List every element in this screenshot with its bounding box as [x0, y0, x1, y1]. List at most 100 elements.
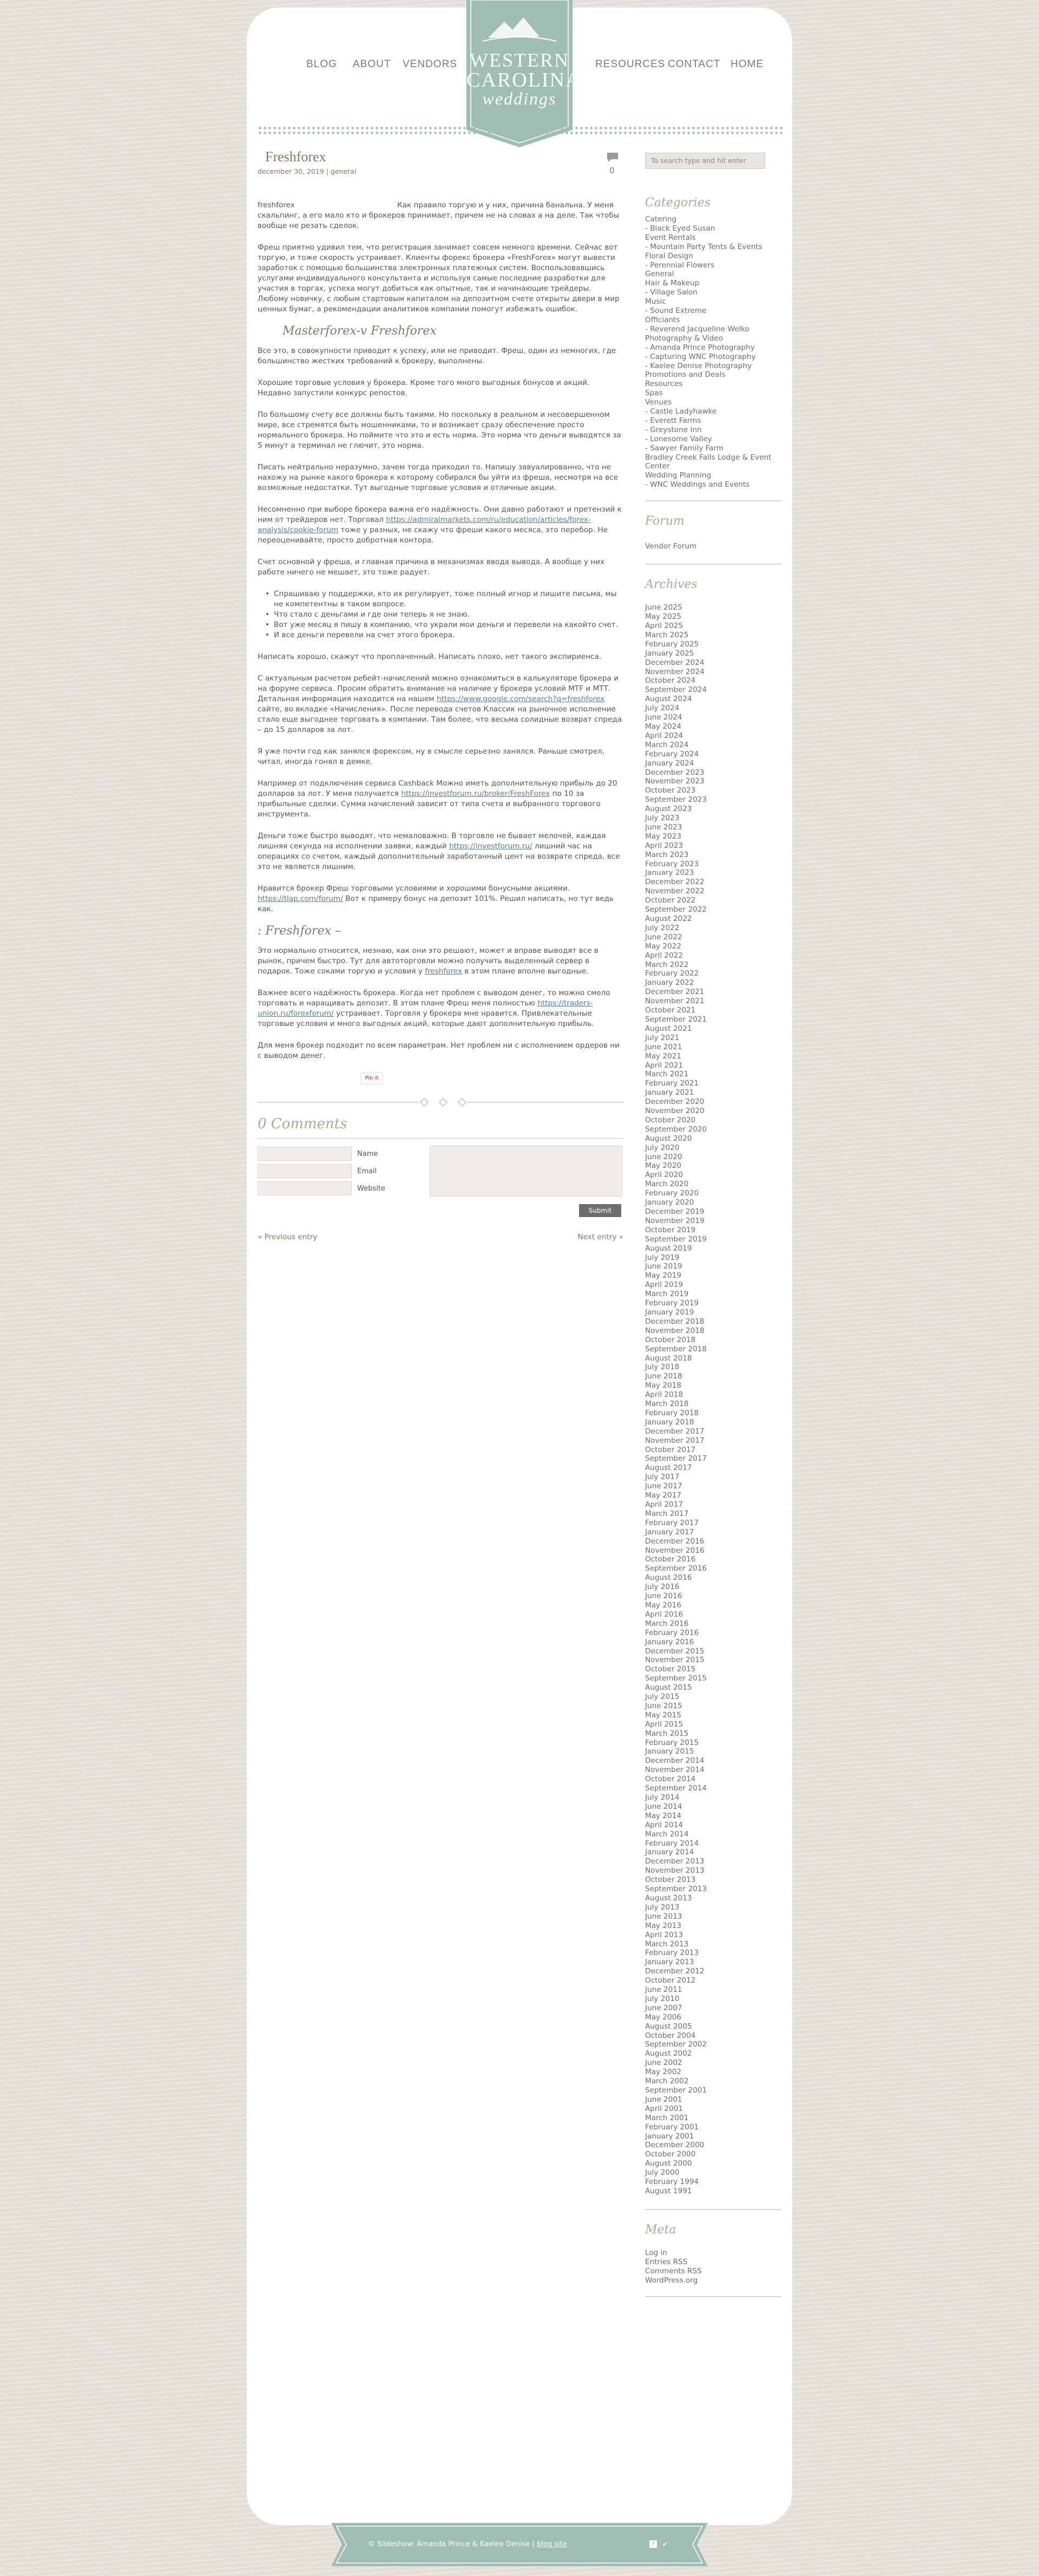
twitter-icon[interactable]: ✔ — [661, 2540, 669, 2548]
archive-link[interactable]: November 2015 — [645, 1656, 781, 1665]
category-link[interactable]: - Mountain Party Tents & Events — [645, 243, 781, 252]
category-link[interactable]: Music — [645, 297, 781, 306]
archive-link[interactable]: October 2020 — [645, 1116, 781, 1125]
name-input[interactable] — [258, 1147, 352, 1161]
inline-link[interactable]: https://investforum.ru/ — [449, 842, 532, 851]
archive-link[interactable]: August 2020 — [645, 1134, 781, 1143]
category-link[interactable]: Resources — [645, 380, 781, 389]
archive-link[interactable]: August 2000 — [645, 2159, 781, 2168]
archive-link[interactable]: March 2022 — [645, 960, 781, 970]
archive-link[interactable]: January 2021 — [645, 1088, 781, 1097]
archive-link[interactable]: November 2022 — [645, 887, 781, 896]
comment-count[interactable]: 0 — [609, 166, 615, 176]
category-link[interactable]: Event Rentals — [645, 233, 781, 243]
nav-home[interactable]: HOME — [731, 58, 764, 70]
archive-link[interactable]: July 2023 — [645, 814, 781, 823]
website-input[interactable] — [258, 1181, 352, 1195]
archive-link[interactable]: October 2004 — [645, 2031, 781, 2041]
category-link[interactable]: - Kaelee Denise Photography — [645, 362, 781, 371]
archive-link[interactable]: May 2019 — [645, 1271, 781, 1280]
category-link[interactable]: - Sound Extreme — [645, 306, 781, 316]
archive-link[interactable]: December 2020 — [645, 1097, 781, 1107]
archive-link[interactable]: February 2025 — [645, 640, 781, 649]
meta-link[interactable]: Entries RSS — [645, 2258, 781, 2267]
inline-link[interactable]: https://www.google.com/search?q=freshfor… — [437, 695, 604, 703]
archive-link[interactable]: October 2018 — [645, 1336, 781, 1345]
archive-link[interactable]: September 2023 — [645, 795, 781, 805]
archive-link[interactable]: January 2001 — [645, 2132, 781, 2141]
archive-link[interactable]: September 2021 — [645, 1015, 781, 1024]
archive-link[interactable]: April 2024 — [645, 731, 781, 741]
archive-link[interactable]: January 2022 — [645, 978, 781, 988]
archive-link[interactable]: January 2020 — [645, 1198, 781, 1207]
category-link[interactable]: Catering — [645, 215, 781, 224]
archive-link[interactable]: June 2017 — [645, 1482, 781, 1491]
previous-entry-link[interactable]: « Previous entry — [258, 1232, 317, 1243]
archive-link[interactable]: September 2022 — [645, 905, 781, 914]
archive-link[interactable]: March 2020 — [645, 1180, 781, 1189]
archive-link[interactable]: August 2024 — [645, 695, 781, 704]
archive-link[interactable]: December 2022 — [645, 878, 781, 887]
archive-link[interactable]: August 2022 — [645, 914, 781, 924]
archive-link[interactable]: January 2025 — [645, 649, 781, 658]
archive-link[interactable]: June 2013 — [645, 1912, 781, 1921]
archive-link[interactable]: April 2021 — [645, 1061, 781, 1070]
archive-link[interactable]: April 2023 — [645, 841, 781, 851]
archive-link[interactable]: November 2013 — [645, 1866, 781, 1875]
nav-about[interactable]: ABOUT — [353, 58, 391, 70]
category-link[interactable]: Promotions and Deals — [645, 370, 781, 380]
archive-link[interactable]: March 2017 — [645, 1509, 781, 1519]
archive-link[interactable]: June 2002 — [645, 2058, 781, 2068]
archive-link[interactable]: July 2013 — [645, 1903, 781, 1912]
archive-link[interactable]: February 2022 — [645, 969, 781, 978]
archive-link[interactable]: March 2015 — [645, 1729, 781, 1738]
archive-link[interactable]: November 2021 — [645, 997, 781, 1006]
archive-link[interactable]: April 2015 — [645, 1720, 781, 1729]
archive-link[interactable]: March 2001 — [645, 2114, 781, 2123]
archive-link[interactable]: February 2015 — [645, 1738, 781, 1748]
archive-link[interactable]: June 2011 — [645, 1985, 781, 1995]
archive-link[interactable]: September 2020 — [645, 1125, 781, 1134]
archive-link[interactable]: June 2007 — [645, 2004, 781, 2013]
category-link[interactable]: - Perennial Flowers — [645, 261, 781, 270]
comment-bubble-icon[interactable] — [606, 152, 619, 162]
archive-link[interactable]: December 2019 — [645, 1207, 781, 1217]
archive-link[interactable]: May 2023 — [645, 832, 781, 841]
archive-link[interactable]: June 2024 — [645, 713, 781, 722]
archive-link[interactable]: February 2020 — [645, 1189, 781, 1198]
archive-link[interactable]: June 2020 — [645, 1153, 781, 1162]
archive-link[interactable]: February 1994 — [645, 2178, 781, 2187]
archive-link[interactable]: October 2013 — [645, 1875, 781, 1885]
archive-link[interactable]: May 2017 — [645, 1491, 781, 1500]
archive-link[interactable]: May 2025 — [645, 612, 781, 622]
archive-link[interactable]: April 2019 — [645, 1280, 781, 1290]
archive-link[interactable]: August 2013 — [645, 1894, 781, 1903]
archive-link[interactable]: December 2014 — [645, 1756, 781, 1766]
archive-link[interactable]: February 2023 — [645, 860, 781, 869]
category-link[interactable]: - Reverend Jacqueline Welko — [645, 325, 781, 334]
category-link[interactable]: - WNC Weddings and Events — [645, 480, 781, 489]
category-link[interactable]: Floral Design — [645, 252, 781, 261]
nav-vendors[interactable]: VENDORS — [403, 58, 457, 70]
nav-resources[interactable]: RESOURCES — [595, 58, 665, 70]
archive-link[interactable]: August 1991 — [645, 2187, 781, 2196]
archive-link[interactable]: November 2018 — [645, 1326, 781, 1336]
archive-link[interactable]: June 2019 — [645, 1262, 781, 1271]
archive-link[interactable]: March 2025 — [645, 631, 781, 640]
archive-link[interactable]: August 2005 — [645, 2022, 781, 2031]
category-link[interactable]: - Village Salon — [645, 288, 781, 297]
archive-link[interactable]: August 2021 — [645, 1024, 781, 1034]
inline-link[interactable]: freshforex — [425, 967, 462, 976]
category-link[interactable]: - Greystone Inn — [645, 426, 781, 435]
archive-link[interactable]: July 2016 — [645, 1583, 781, 1592]
pin-it-button[interactable]: Pin it — [360, 1073, 383, 1084]
archive-link[interactable]: January 2018 — [645, 1418, 781, 1427]
archive-link[interactable]: June 2025 — [645, 603, 781, 612]
archive-link[interactable]: November 2024 — [645, 668, 781, 677]
archive-link[interactable]: September 2017 — [645, 1454, 781, 1463]
archive-link[interactable]: November 2020 — [645, 1107, 781, 1116]
category-link[interactable]: Photography & Video — [645, 334, 781, 343]
archive-link[interactable]: August 2016 — [645, 1573, 781, 1583]
category-link[interactable]: - Sawyer Family Farm — [645, 444, 781, 453]
archive-link[interactable]: April 2025 — [645, 622, 781, 631]
